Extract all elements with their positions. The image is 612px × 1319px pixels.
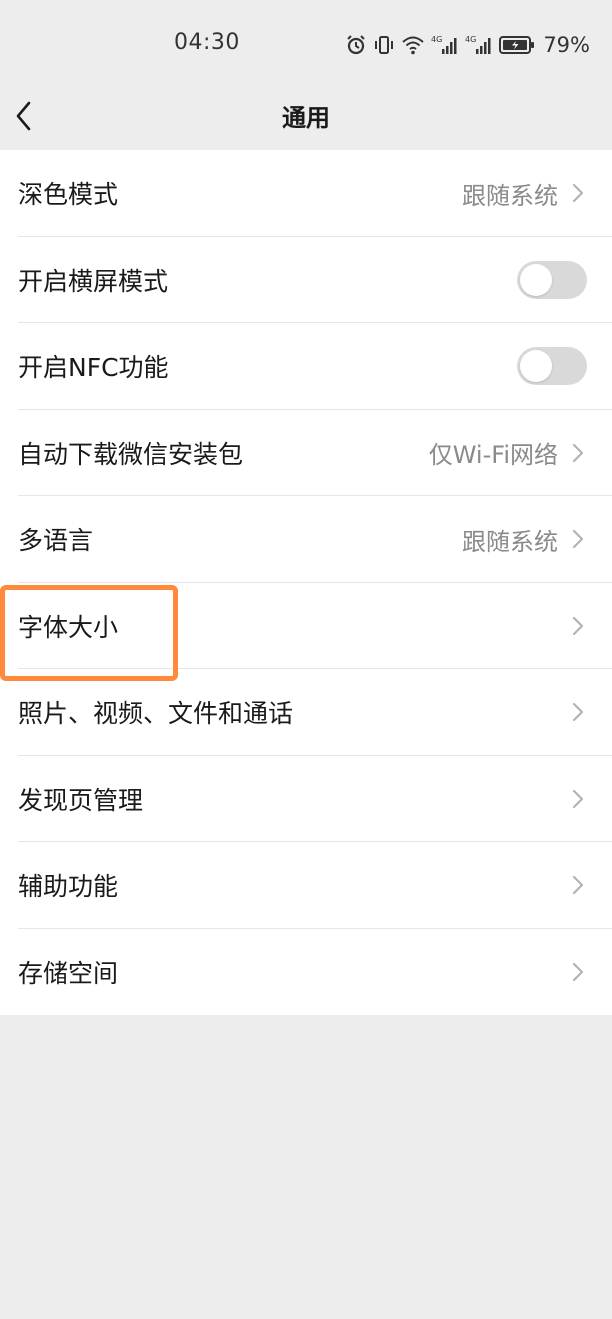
setting-row-font-size[interactable]: 字体大小 [0,583,612,669]
row-value: 跟随系统 [462,527,558,556]
battery-charging-icon [499,34,535,56]
setting-row-dark-mode[interactable]: 深色模式 跟随系统 [0,150,612,237]
chevron-right-icon [572,615,584,637]
chevron-right-icon [572,788,584,810]
landscape-toggle[interactable] [517,260,587,299]
row-right: 仅Wi-Fi网络 [429,435,584,470]
setting-row-storage[interactable]: 存储空间 [0,929,612,1016]
row-label: 照片、视频、文件和通话 [18,699,294,729]
row-right [572,701,584,723]
chevron-right-icon [572,182,584,204]
chevron-right-icon [572,442,584,464]
status-time: 04:30 [174,30,240,55]
chevron-right-icon [572,961,584,983]
row-right [572,788,584,810]
row-label: 开启NFC功能 [18,353,169,383]
signal-4g-icon: 4G [431,34,459,56]
toggle-knob [520,263,552,296]
row-label: 多语言 [18,526,94,556]
row-right [572,874,584,896]
signal-4g-icon: 4G [465,34,493,56]
row-value: 跟随系统 [462,181,558,210]
svg-text:4G: 4G [465,35,476,44]
row-right: 跟随系统 [462,176,584,211]
row-label: 深色模式 [18,180,119,210]
setting-row-discover-management[interactable]: 发现页管理 [0,756,612,842]
row-label: 自动下载微信安装包 [18,439,244,469]
alarm-icon [345,34,367,56]
row-label: 辅助功能 [18,872,119,902]
row-label: 发现页管理 [18,785,144,815]
svg-text:4G: 4G [431,35,442,44]
row-right [572,615,584,637]
nfc-toggle[interactable] [517,347,587,386]
chevron-right-icon [572,528,584,550]
setting-row-language[interactable]: 多语言 跟随系统 [0,496,612,583]
status-icons: 4G 4G 79% [345,33,590,57]
page-title: 通用 [282,104,330,132]
row-right: 跟随系统 [462,522,584,557]
vibrate-icon [373,34,395,56]
setting-row-landscape-mode[interactable]: 开启横屏模式 [0,237,612,323]
nav-bar: 通用 [0,88,612,150]
setting-row-nfc[interactable]: 开启NFC功能 [0,323,612,410]
row-label: 开启横屏模式 [18,266,169,296]
row-label: 存储空间 [18,958,119,988]
settings-list: 深色模式 跟随系统 开启横屏模式 开启NFC功能 自动下载微信安装包 仅Wi-F… [0,150,612,1015]
status-bar: 04:30 4G 4G 79% [0,0,612,88]
row-label: 字体大小 [18,612,119,642]
row-right [572,961,584,983]
row-value: 仅Wi-Fi网络 [428,441,558,470]
chevron-right-icon [572,701,584,723]
setting-row-accessibility[interactable]: 辅助功能 [0,842,612,929]
setting-row-media-files-calls[interactable]: 照片、视频、文件和通话 [0,669,612,756]
wifi-icon [401,34,425,56]
toggle-knob [520,350,552,383]
chevron-right-icon [572,874,584,896]
setting-row-auto-download[interactable]: 自动下载微信安装包 仅Wi-Fi网络 [0,410,612,496]
battery-percent: 79% [543,33,590,57]
